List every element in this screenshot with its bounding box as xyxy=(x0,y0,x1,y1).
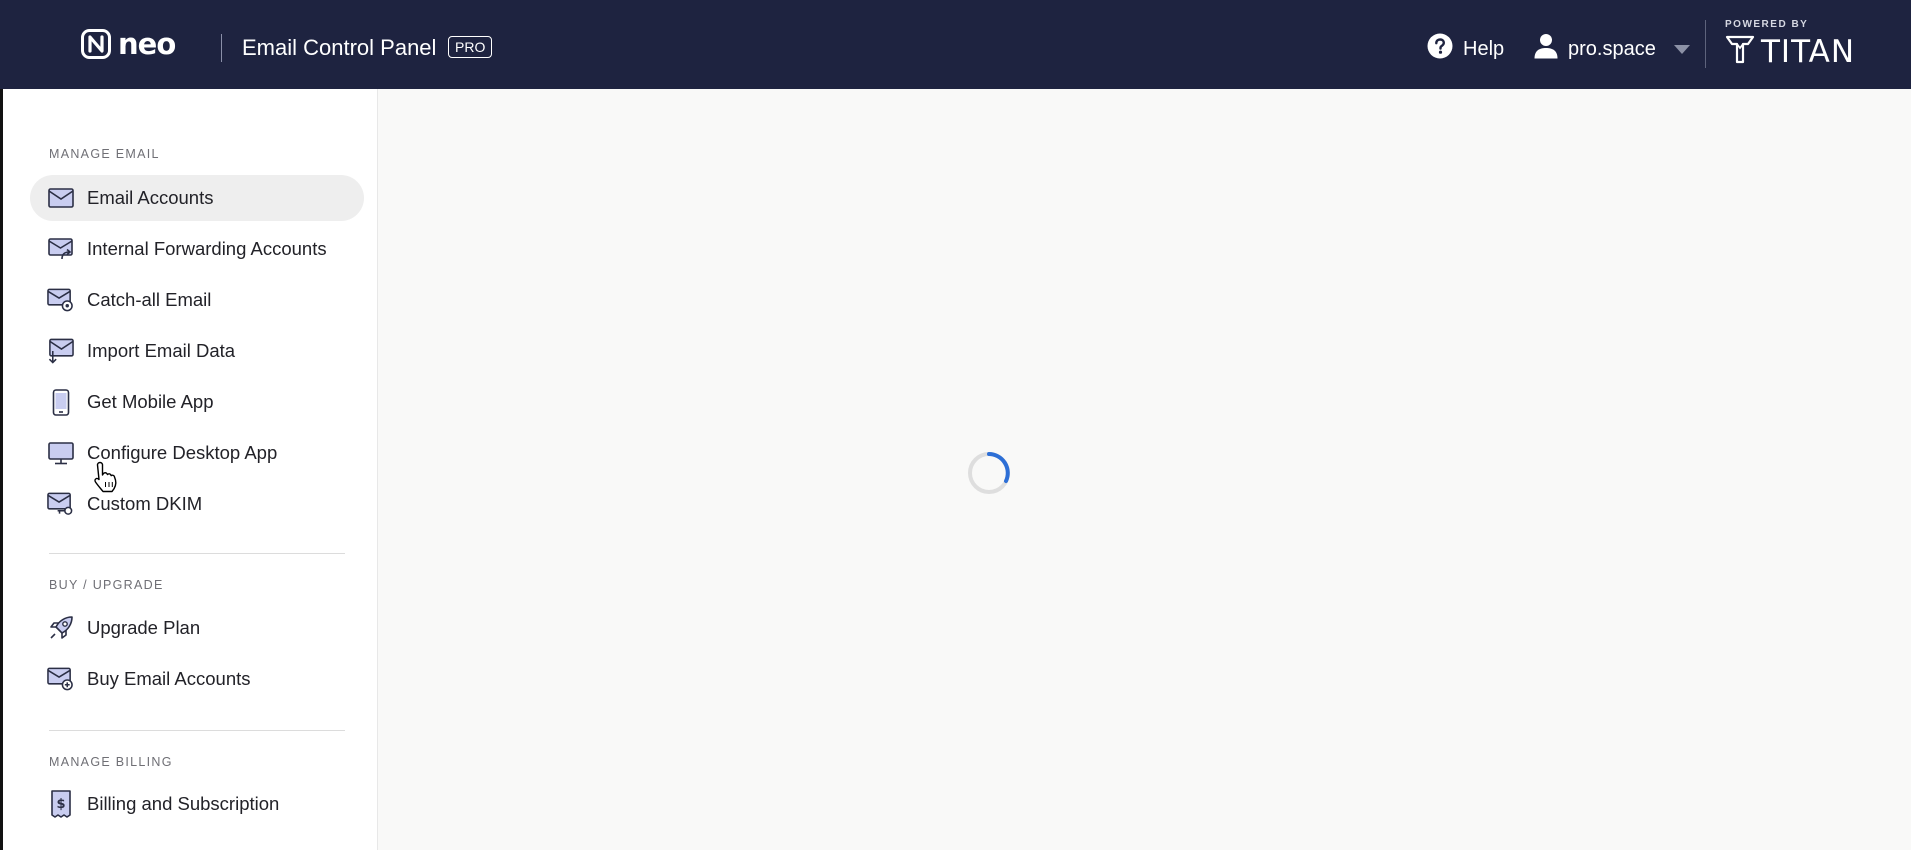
sidebar-item-upgrade-plan[interactable]: Upgrade Plan xyxy=(30,605,364,651)
user-menu-button[interactable]: pro.space xyxy=(1534,33,1690,65)
question-circle-icon xyxy=(1427,33,1453,65)
titan-logo-icon xyxy=(1725,34,1755,69)
powered-by-label: POWERED BY xyxy=(1725,19,1809,30)
main-content xyxy=(378,89,1911,850)
neo-logo-icon xyxy=(80,28,112,60)
section-divider xyxy=(49,553,345,554)
page-title: Email Control Panel xyxy=(242,35,437,60)
sidebar-item-label: Catch-all Email xyxy=(87,289,212,310)
section-title-manage-email: MANAGE EMAIL xyxy=(49,147,160,161)
sidebar-item-label: Custom DKIM xyxy=(87,493,203,514)
sidebar-item-get-mobile-app[interactable]: Get Mobile App xyxy=(30,379,364,425)
chevron-down-icon xyxy=(1673,44,1690,54)
billing-receipt-icon: $ xyxy=(47,790,74,818)
logo-text: neo xyxy=(118,27,176,61)
envelope-plus-icon xyxy=(47,666,74,693)
svg-text:$: $ xyxy=(56,797,65,812)
envelope-key-icon xyxy=(47,491,74,518)
app-window: neo Email Control Panel PRO Help pro.spa… xyxy=(0,0,1911,850)
sidebar-item-label: Internal Forwarding Accounts xyxy=(87,238,327,259)
help-label: Help xyxy=(1463,37,1505,60)
loading-spinner xyxy=(968,452,1010,494)
user-label: pro.space xyxy=(1568,37,1656,60)
import-envelope-icon xyxy=(47,338,74,365)
envelope-gear-icon xyxy=(47,287,74,314)
sidebar-item-catch-all-email[interactable]: Catch-all Email xyxy=(30,277,364,323)
sidebar-item-buy-email-accounts[interactable]: Buy Email Accounts xyxy=(30,656,364,702)
desktop-icon xyxy=(47,440,74,467)
pro-badge: PRO xyxy=(448,36,493,58)
titan-logo: TITAN xyxy=(1725,34,1855,69)
user-icon xyxy=(1534,33,1558,65)
titan-text: TITAN xyxy=(1761,33,1856,70)
section-divider xyxy=(49,730,345,731)
section-title-buy-upgrade: BUY / UPGRADE xyxy=(49,578,164,592)
sidebar-item-label: Upgrade Plan xyxy=(87,617,201,638)
top-bar: neo Email Control Panel PRO Help pro.spa… xyxy=(0,0,1911,89)
sidebar-item-label: Buy Email Accounts xyxy=(87,668,251,689)
sidebar-item-label: Configure Desktop App xyxy=(87,442,278,463)
sidebar-item-label: Billing and Subscription xyxy=(87,793,280,814)
neo-logo[interactable]: neo xyxy=(80,26,176,62)
sidebar-item-email-accounts[interactable]: Email Accounts xyxy=(30,175,364,221)
mobile-icon xyxy=(47,388,74,416)
help-button[interactable]: Help xyxy=(1427,33,1504,65)
titan-divider xyxy=(1705,20,1706,68)
forward-envelope-icon xyxy=(47,236,74,263)
title-divider xyxy=(221,34,222,62)
sidebar-item-label: Email Accounts xyxy=(87,187,214,208)
sidebar-item-label: Get Mobile App xyxy=(87,391,214,412)
sidebar-item-internal-forwarding[interactable]: Internal Forwarding Accounts xyxy=(30,226,364,272)
sidebar-item-import-email-data[interactable]: Import Email Data xyxy=(30,328,364,374)
sidebar-item-custom-dkim[interactable]: Custom DKIM xyxy=(30,481,364,527)
sidebar-item-label: Import Email Data xyxy=(87,340,236,361)
envelope-icon xyxy=(47,185,74,212)
sidebar: MANAGE EMAIL Email Accounts Internal For… xyxy=(0,89,378,850)
section-title-manage-billing: MANAGE BILLING xyxy=(49,755,173,769)
rocket-icon xyxy=(47,615,74,642)
sidebar-item-configure-desktop-app[interactable]: Configure Desktop App xyxy=(30,430,364,476)
sidebar-item-billing-subscription[interactable]: $ Billing and Subscription xyxy=(30,781,364,827)
